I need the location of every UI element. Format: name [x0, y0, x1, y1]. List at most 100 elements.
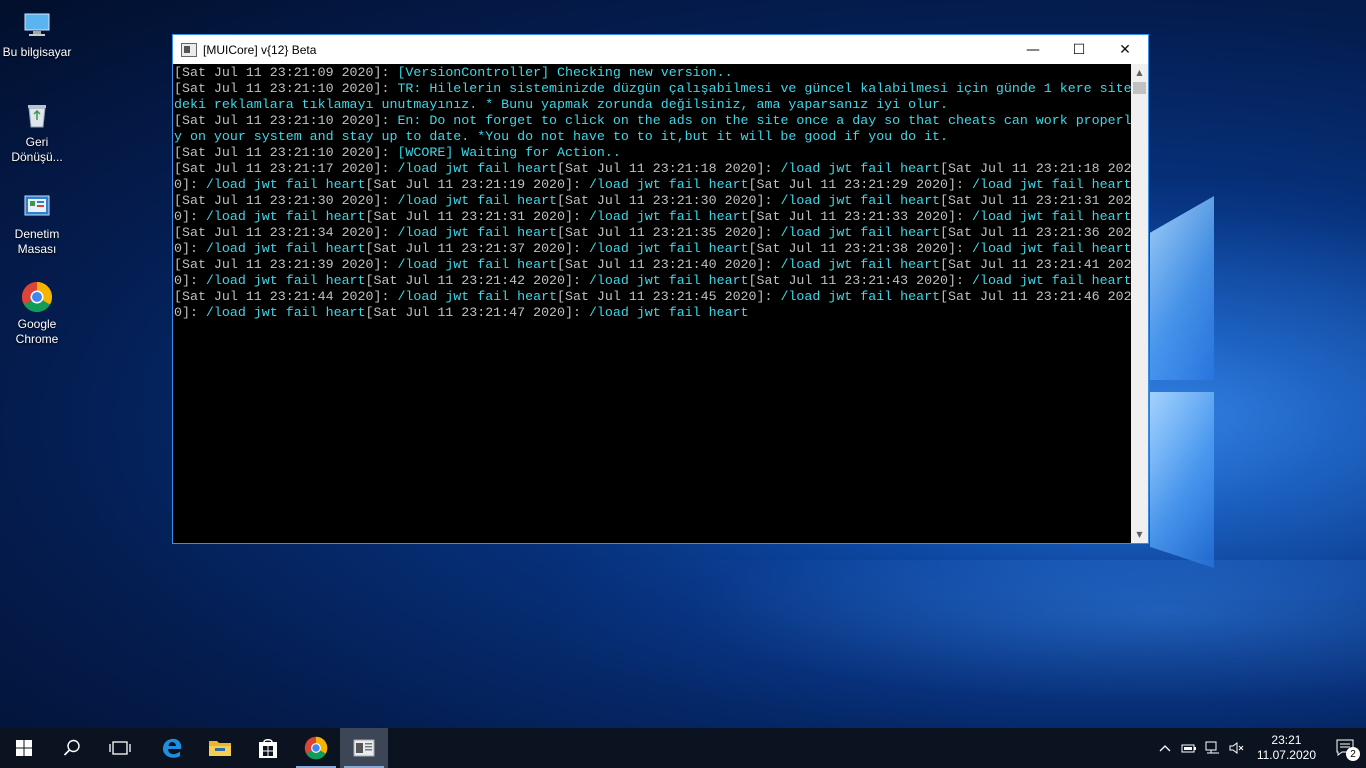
recycle-bin-icon — [20, 98, 54, 132]
log-timestamp: [Sat Jul 11 23:21:31 202 — [940, 193, 1132, 208]
notification-count-badge: 2 — [1346, 747, 1360, 761]
console-line: [Sat Jul 11 23:21:10 2020]: [WCORE] Wait… — [174, 145, 1132, 161]
log-timestamp: [Sat Jul 11 23:21:43 2020]: — [748, 273, 972, 288]
minimize-button[interactable]: — — [1010, 35, 1056, 64]
log-message: /load jwt fail heart — [971, 241, 1132, 256]
console-line: [Sat Jul 11 23:21:44 2020]: /load jwt fa… — [174, 289, 1132, 305]
log-message: TR: Hilelerin sisteminizde düzgün çalışa… — [397, 81, 1132, 96]
desktop-icon-recycle-bin[interactable]: Geri Dönüşü... — [0, 98, 74, 165]
task-view-button[interactable] — [96, 728, 144, 768]
log-timestamp: [Sat Jul 11 23:21:29 2020]: — [748, 177, 972, 192]
log-timestamp: [Sat Jul 11 23:21:31 2020]: — [365, 209, 589, 224]
log-timestamp: [Sat Jul 11 23:21:33 2020]: — [748, 209, 972, 224]
log-timestamp: [Sat Jul 11 23:21:10 2020]: — [174, 145, 398, 160]
log-timestamp: [Sat Jul 11 23:21:09 2020]: — [174, 65, 398, 80]
store-icon — [259, 739, 277, 758]
log-message: /load jwt fail heart — [397, 193, 558, 208]
log-timestamp: [Sat Jul 11 23:21:47 2020]: — [365, 305, 589, 320]
system-tray: 23:21 11.07.2020 2 — [1153, 728, 1366, 768]
log-timestamp: [Sat Jul 11 23:21:42 2020]: — [365, 273, 589, 288]
wallpaper-floor-glow — [560, 560, 1366, 730]
log-message: /load jwt fail heart — [205, 305, 366, 320]
log-message: /load jwt fail heart — [397, 161, 558, 176]
window-titlebar[interactable]: [MUICore] v{12} Beta — ☐ ✕ — [173, 35, 1148, 64]
vertical-scrollbar[interactable]: ▲ ▼ — [1131, 64, 1148, 543]
log-timestamp: [Sat Jul 11 23:21:30 2020]: — [174, 193, 398, 208]
log-timestamp: [Sat Jul 11 23:21:35 2020]: — [557, 225, 781, 240]
desktop-icon-this-pc[interactable]: Bu bilgisayar — [0, 8, 74, 60]
log-timestamp: [Sat Jul 11 23:21:46 202 — [940, 289, 1132, 304]
console-line: 0]: /load jwt fail heart[Sat Jul 11 23:2… — [174, 177, 1132, 193]
log-timestamp: [Sat Jul 11 23:21:18 202 — [940, 161, 1132, 176]
taskbar-file-explorer[interactable] — [196, 728, 244, 768]
log-message: /load jwt fail heart — [780, 289, 941, 304]
console-line: 0]: /load jwt fail heart[Sat Jul 11 23:2… — [174, 209, 1132, 225]
log-message: /load jwt fail heart — [780, 257, 941, 272]
log-timestamp: [Sat Jul 11 23:21:41 202 — [940, 257, 1132, 272]
log-message: y on your system and stay up to date. *Y… — [174, 129, 949, 144]
network-icon[interactable] — [1201, 741, 1225, 755]
log-message: /load jwt fail heart — [205, 177, 366, 192]
battery-icon[interactable] — [1177, 742, 1201, 754]
console-line: [Sat Jul 11 23:21:09 2020]: [VersionCont… — [174, 65, 1132, 81]
computer-icon — [20, 8, 54, 42]
control-panel-icon — [20, 190, 54, 224]
taskbar-store[interactable] — [244, 728, 292, 768]
console-text: [Sat Jul 11 23:21:09 2020]: [VersionCont… — [173, 64, 1132, 321]
console-line: [Sat Jul 11 23:21:39 2020]: /load jwt fa… — [174, 257, 1132, 273]
console-output[interactable]: [Sat Jul 11 23:21:09 2020]: [VersionCont… — [173, 64, 1132, 543]
desktop-icon-label: Google Chrome — [15, 317, 59, 346]
task-view-icon — [109, 741, 131, 755]
desktop-icon-control-panel[interactable]: Denetim Masası — [0, 190, 74, 257]
log-timestamp: 0]: — [174, 209, 206, 224]
start-button[interactable] — [0, 728, 48, 768]
log-message: /load jwt fail heart — [588, 177, 749, 192]
maximize-button[interactable]: ☐ — [1056, 35, 1102, 64]
volume-muted-icon[interactable] — [1225, 741, 1249, 755]
log-message: [WCORE] Waiting for Action.. — [397, 145, 621, 160]
desktop-icon-chrome[interactable]: Google Chrome — [0, 280, 74, 347]
log-message: /load jwt fail heart — [780, 161, 941, 176]
log-timestamp: [Sat Jul 11 23:21:44 2020]: — [174, 289, 398, 304]
clock-date: 11.07.2020 — [1256, 748, 1316, 762]
taskbar-clock[interactable]: 23:21 11.07.2020 — [1257, 733, 1316, 763]
clock-time: 23:21 — [1271, 733, 1302, 747]
taskbar-console-app[interactable] — [340, 728, 388, 768]
taskbar-edge[interactable] — [148, 728, 196, 768]
log-timestamp: 0]: — [174, 273, 206, 288]
chrome-icon — [20, 280, 54, 314]
log-timestamp: [Sat Jul 11 23:21:45 2020]: — [557, 289, 781, 304]
log-timestamp: [Sat Jul 11 23:21:40 2020]: — [557, 257, 781, 272]
log-message: /load jwt fail heart — [971, 273, 1132, 288]
notification-center-button[interactable]: 2 — [1326, 728, 1366, 768]
console-line: 0]: /load jwt fail heart[Sat Jul 11 23:2… — [174, 305, 1132, 321]
log-message: deki reklamlara tıklamayı unutmayınız. *… — [174, 97, 949, 112]
desktop-icon-label: Denetim Masası — [14, 227, 60, 256]
log-message: /load jwt fail heart — [397, 225, 558, 240]
console-line: 0]: /load jwt fail heart[Sat Jul 11 23:2… — [174, 241, 1132, 257]
scroll-down-arrow[interactable]: ▼ — [1131, 526, 1148, 543]
console-line: [Sat Jul 11 23:21:30 2020]: /load jwt fa… — [174, 193, 1132, 209]
chevron-up-icon[interactable] — [1153, 744, 1177, 752]
search-button[interactable] — [48, 728, 96, 768]
taskbar-chrome[interactable] — [292, 728, 340, 768]
log-timestamp: [Sat Jul 11 23:21:18 2020]: — [557, 161, 781, 176]
close-button[interactable]: ✕ — [1102, 35, 1148, 64]
console-app-icon — [353, 739, 375, 757]
search-icon — [63, 739, 80, 756]
console-line: [Sat Jul 11 23:21:10 2020]: TR: Hileleri… — [174, 81, 1132, 97]
console-line: y on your system and stay up to date. *Y… — [174, 129, 1132, 145]
scroll-thumb[interactable] — [1133, 82, 1146, 94]
log-message: /load jwt fail heart — [205, 209, 366, 224]
console-window[interactable]: [MUICore] v{12} Beta — ☐ ✕ [Sat Jul 11 2… — [172, 34, 1149, 544]
scroll-up-arrow[interactable]: ▲ — [1131, 64, 1148, 81]
log-timestamp: [Sat Jul 11 23:21:38 2020]: — [748, 241, 972, 256]
log-message: /load jwt fail heart — [588, 305, 749, 320]
log-timestamp: [Sat Jul 11 23:21:37 2020]: — [365, 241, 589, 256]
console-line: [Sat Jul 11 23:21:17 2020]: /load jwt fa… — [174, 161, 1132, 177]
desktop-icon-label: Bu bilgisayar — [2, 45, 72, 59]
log-timestamp: [Sat Jul 11 23:21:36 202 — [940, 225, 1132, 240]
console-line: deki reklamlara tıklamayı unutmayınız. *… — [174, 97, 1132, 113]
log-message: /load jwt fail heart — [780, 193, 941, 208]
console-line: 0]: /load jwt fail heart[Sat Jul 11 23:2… — [174, 273, 1132, 289]
